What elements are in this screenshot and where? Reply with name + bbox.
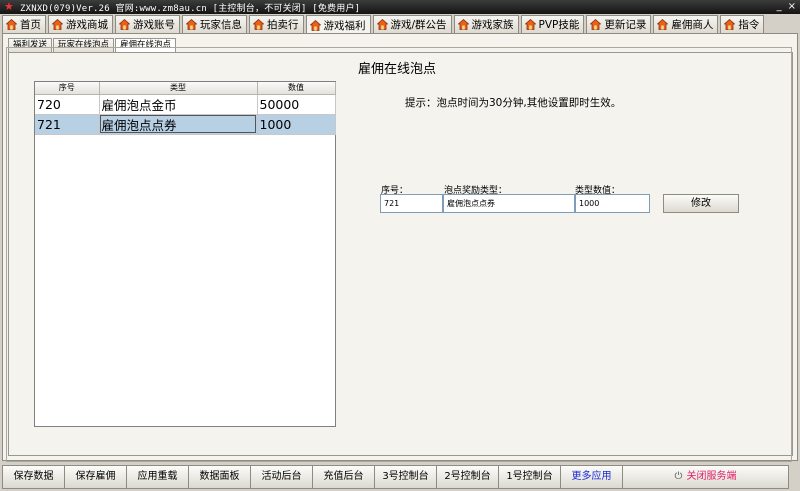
cell-value[interactable]: 50000: [257, 94, 336, 115]
tab-label: 雇佣商人: [671, 19, 714, 31]
toolbar-button-2[interactable]: 应用重载: [126, 465, 189, 489]
house-icon: [6, 19, 17, 30]
tab-10[interactable]: 雇佣商人: [653, 15, 719, 33]
toolbar-button-7[interactable]: 2号控制台: [436, 465, 499, 489]
cell-id[interactable]: 720: [35, 94, 100, 115]
tab-label: PVP技能: [538, 19, 580, 31]
tab-label: 游戏商城: [66, 19, 108, 31]
type-input[interactable]: 雇佣泡点点券: [443, 194, 575, 213]
tab-label: 玩家信息: [200, 19, 242, 31]
power-icon: ⏻: [674, 471, 683, 482]
tab-label: 指令: [738, 19, 760, 31]
tab-label: 拍卖行: [267, 19, 299, 31]
house-icon: [309, 19, 321, 31]
table-row-selected[interactable]: 721 雇佣泡点点券 1000: [35, 114, 336, 135]
toolbar-button-9[interactable]: 更多应用: [560, 465, 623, 489]
close-server-label: 关闭服务端: [686, 471, 737, 482]
table-row[interactable]: 720 雇佣泡点金币 50000: [35, 94, 336, 115]
close-server-button[interactable]: ⏻ 关闭服务端: [622, 465, 789, 489]
toolbar-button-0[interactable]: 保存数据: [2, 465, 65, 489]
tab-3[interactable]: 玩家信息: [182, 15, 247, 33]
house-icon: [724, 19, 736, 30]
close-window-button[interactable]: ×: [788, 0, 796, 14]
toolbar-button-1[interactable]: 保存雇佣: [64, 465, 127, 489]
tab-4[interactable]: 拍卖行: [249, 15, 304, 33]
tab-label: 更新记录: [604, 19, 647, 31]
tab-0[interactable]: 首页: [2, 15, 46, 33]
tab-6[interactable]: 游戏/群公告: [372, 15, 452, 33]
house-icon: [52, 19, 63, 30]
window-controls: _ ×: [777, 0, 796, 14]
data-grid[interactable]: 序号 类型 数值 720 雇佣泡点金币 50000 721 雇佣泡点点券 100…: [34, 81, 336, 427]
column-header-type[interactable]: 类型: [99, 82, 258, 95]
house-icon: [457, 19, 469, 30]
tab-9[interactable]: 更新记录: [586, 15, 652, 33]
house-icon: [253, 19, 264, 30]
cell-id[interactable]: 721: [35, 114, 100, 135]
tab-7[interactable]: 游戏家族: [453, 15, 519, 33]
tab-label: 游戏账号: [133, 19, 175, 31]
title-bar: ★ ZXNXD(079)Ver.26 官网:www.zm8au.cn [主控制台…: [0, 0, 800, 14]
house-icon: [524, 19, 536, 30]
tab-label: 首页: [20, 19, 41, 31]
house-icon: [119, 19, 130, 30]
house-icon: [657, 19, 669, 30]
column-header-id[interactable]: 序号: [35, 82, 100, 95]
tab-11[interactable]: 指令: [720, 15, 765, 33]
toolbar-button-3[interactable]: 数据面板: [188, 465, 251, 489]
tab-label: 游戏福利: [323, 19, 366, 32]
id-input[interactable]: 721: [380, 194, 443, 213]
tab-1[interactable]: 游戏商城: [48, 15, 113, 33]
grid-header-row: 序号 类型 数值: [35, 82, 336, 95]
tab-5[interactable]: 游戏福利: [305, 15, 371, 34]
value-input[interactable]: 1000: [575, 194, 650, 213]
column-header-value[interactable]: 数值: [257, 82, 336, 95]
minimize-button[interactable]: _: [777, 0, 782, 14]
main-tab-bar: 首页 游戏商城 游戏账号 玩家信息 拍卖行 游戏福利 游戏/群公告 游戏家族 PVP技能 更新记录…: [2, 15, 798, 34]
bottom-toolbar: 保存数据 保存雇佣 应用重载 数据面板 活动后台 充值后台 3号控制台 2号控制台 1号控制台更…: [2, 465, 798, 489]
house-icon: [186, 19, 197, 30]
house-icon: [590, 19, 602, 30]
tab-2[interactable]: 游戏账号: [115, 15, 180, 33]
toolbar-button-8[interactable]: 1号控制台: [498, 465, 561, 489]
toolbar-button-6[interactable]: 3号控制台: [374, 465, 437, 489]
window-title: ZXNXD(079)Ver.26 官网:www.zm8au.cn [主控制台，不…: [20, 3, 361, 14]
tab-label: 游戏家族: [471, 19, 514, 31]
cell-value[interactable]: 1000: [257, 114, 336, 135]
hint-text: 提示：泡点时间为30分钟,其他设置即时生效。: [405, 97, 622, 109]
tab-8[interactable]: PVP技能: [520, 15, 585, 33]
cell-type[interactable]: 雇佣泡点点券: [99, 114, 258, 135]
group-title: 雇佣在线泡点: [355, 58, 440, 77]
house-icon: [376, 19, 388, 30]
star-icon: ★: [4, 0, 14, 13]
toolbar-button-5[interactable]: 充值后台: [312, 465, 375, 489]
modify-button[interactable]: 修改: [663, 194, 739, 213]
tab-label: 游戏/群公告: [390, 19, 447, 31]
cell-type[interactable]: 雇佣泡点金币: [99, 94, 258, 115]
toolbar-button-4[interactable]: 活动后台: [250, 465, 313, 489]
